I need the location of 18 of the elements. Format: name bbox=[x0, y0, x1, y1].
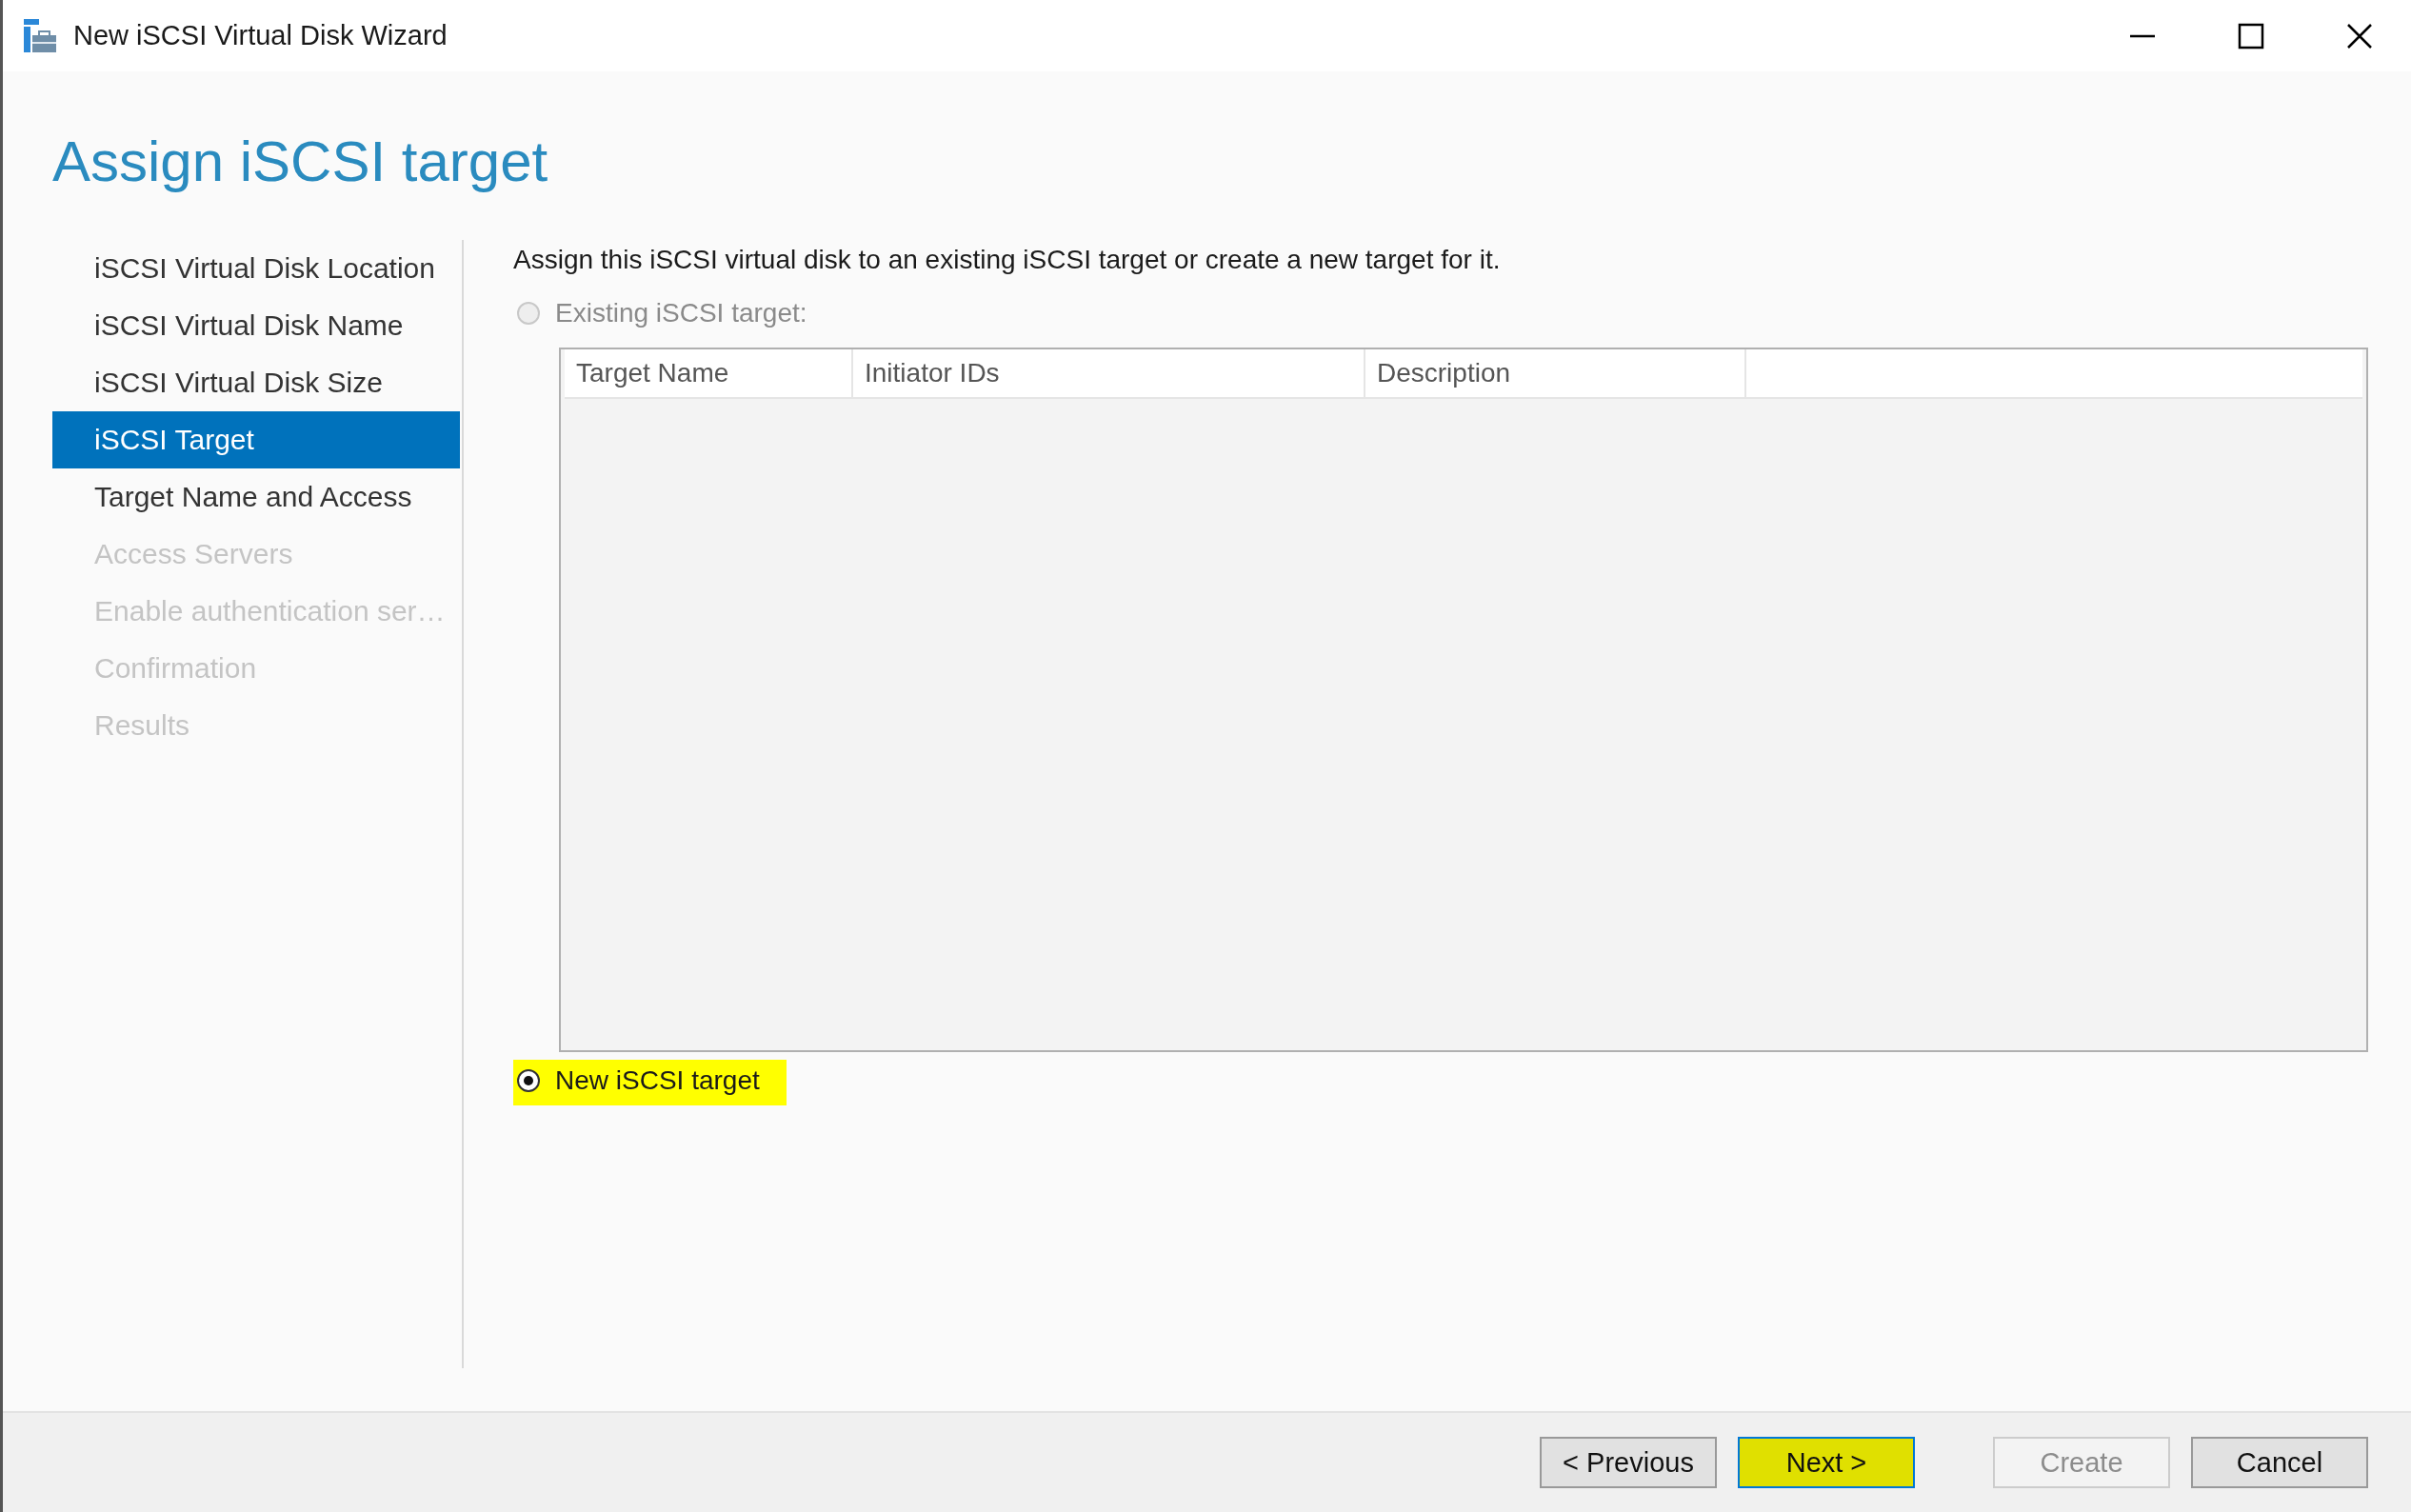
column-header[interactable]: Initiator IDs bbox=[853, 349, 1365, 397]
instruction-text: Assign this iSCSI virtual disk to an existing iSCSI target or create a new target for it. bbox=[513, 245, 1502, 275]
previous-button[interactable]: < Previous bbox=[1540, 1437, 1717, 1488]
wizard-step[interactable]: iSCSI Virtual Disk Location bbox=[52, 240, 460, 297]
wizard-step[interactable]: iSCSI Virtual Disk Name bbox=[52, 297, 460, 354]
close-icon[interactable] bbox=[2346, 22, 2373, 50]
cancel-button[interactable]: Cancel bbox=[2191, 1437, 2368, 1488]
radio-option[interactable]: New iSCSI target bbox=[513, 1060, 787, 1105]
wizard-step[interactable]: iSCSI Virtual Disk Size bbox=[52, 354, 460, 411]
window-title: New iSCSI Virtual Disk Wizard bbox=[73, 20, 448, 51]
wizard-step[interactable]: iSCSI Target bbox=[52, 411, 460, 468]
column-header[interactable]: Target Name bbox=[565, 349, 853, 397]
server-toolbox-icon bbox=[24, 18, 56, 53]
wizard-step[interactable]: Target Name and Access bbox=[52, 468, 460, 526]
page-heading: Assign iSCSI target bbox=[52, 129, 549, 194]
maximize-icon[interactable] bbox=[2238, 22, 2264, 50]
column-header[interactable]: Description bbox=[1365, 349, 1746, 397]
next-button[interactable]: Next > bbox=[1738, 1437, 1915, 1488]
